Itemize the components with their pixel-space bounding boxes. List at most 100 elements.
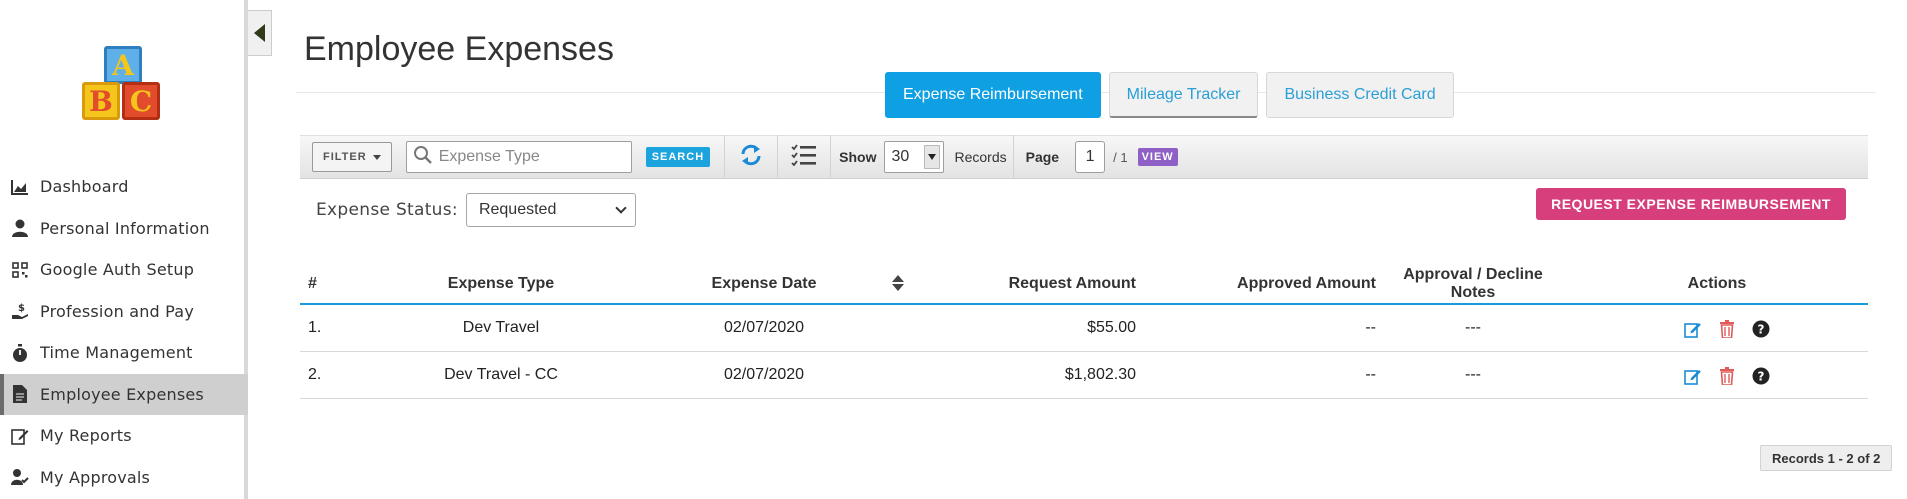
main-content: Employee Expenses Expense Reimbursement …	[290, 0, 1900, 499]
sidebar-item-label: My Reports	[40, 426, 132, 446]
column-header-approved-amount[interactable]: Approved Amount	[1140, 264, 1380, 305]
sidebar-item-label: Profession and Pay	[40, 301, 194, 321]
svg-text:?: ?	[1758, 369, 1765, 383]
hand-dollar-icon: $	[10, 301, 30, 321]
sidebar-nav: Dashboard Personal Information Google Au…	[0, 166, 248, 498]
logo-block-a: A	[104, 46, 142, 84]
refresh-button[interactable]	[725, 135, 777, 179]
sidebar: A B C Dashboard Personal Information Goo…	[0, 0, 248, 499]
expense-status-filter: Expense Status: Requested	[316, 193, 636, 227]
search-input[interactable]	[438, 148, 619, 166]
search-button[interactable]: SEARCH	[645, 147, 711, 167]
approved-amount-cell: --	[1140, 351, 1380, 399]
expense-tabs: Expense Reimbursement Mileage Tracker Bu…	[885, 72, 1454, 118]
tab-business-credit-card[interactable]: Business Credit Card	[1266, 72, 1454, 118]
logo-block-b: B	[82, 82, 120, 120]
page-number-input[interactable]: 1	[1075, 141, 1106, 173]
sidebar-item-my-reports[interactable]: My Reports	[0, 415, 248, 457]
expense-status-label: Expense Status:	[316, 200, 458, 220]
search-field[interactable]	[405, 141, 632, 173]
actions-cell: ?	[1566, 351, 1868, 399]
columns-button[interactable]	[778, 135, 830, 179]
trash-icon[interactable]	[1717, 366, 1737, 386]
help-icon[interactable]: ?	[1751, 366, 1771, 386]
logo-block-c: C	[122, 82, 160, 120]
grid-toolbar: FILTER SEARCH	[300, 135, 1868, 179]
records-summary: Records 1 - 2 of 2	[1760, 445, 1893, 471]
document-icon	[10, 384, 30, 404]
toolbar-separator	[830, 135, 832, 179]
filter-label: FILTER	[323, 151, 367, 163]
request-amount-cell: $1,802.30	[914, 351, 1140, 399]
sidebar-item-personal-information[interactable]: Personal Information	[0, 208, 248, 250]
column-header-request-amount[interactable]: Request Amount	[914, 264, 1140, 305]
records-per-page-value: 30	[891, 148, 910, 165]
approved-amount-cell: --	[1140, 304, 1380, 352]
sidebar-item-label: Time Management	[40, 343, 193, 363]
expense-type-cell: Dev Travel - CC	[356, 351, 646, 399]
checklist-icon	[791, 143, 817, 171]
table-row: 2. Dev Travel - CC 02/07/2020 $1,802.30 …	[300, 351, 1868, 399]
abc-blocks-logo[interactable]: A B C	[82, 46, 168, 132]
qr-code-icon	[10, 260, 30, 280]
chevron-down-icon	[615, 202, 627, 214]
svg-text:?: ?	[1758, 322, 1765, 336]
table-header-row: # Expense Type Expense Date Request Amou…	[300, 264, 1868, 305]
request-amount-cell: $55.00	[914, 304, 1140, 352]
filter-button[interactable]: FILTER	[312, 142, 392, 172]
column-header-expense-type[interactable]: Expense Type	[356, 264, 646, 305]
expense-status-select[interactable]: Requested	[465, 193, 636, 227]
page-total: / 1	[1113, 149, 1128, 165]
edit-icon[interactable]	[1683, 319, 1703, 339]
sidebar-item-profession-and-pay[interactable]: $ Profession and Pay	[0, 291, 248, 333]
caret-left-icon	[254, 24, 265, 42]
caret-down-icon	[372, 154, 381, 160]
sidebar-item-my-approvals[interactable]: My Approvals	[0, 457, 248, 499]
request-expense-reimbursement-button[interactable]: REQUEST EXPENSE REIMBURSEMENT	[1536, 188, 1846, 220]
expenses-table: # Expense Type Expense Date Request Amou…	[300, 264, 1868, 399]
sort-icon	[892, 275, 904, 292]
trash-icon[interactable]	[1717, 319, 1737, 339]
sidebar-item-label: Dashboard	[40, 177, 129, 197]
sidebar-item-label: Google Auth Setup	[40, 260, 195, 280]
actions-cell: ?	[1566, 304, 1868, 352]
edit-report-icon	[10, 426, 30, 446]
sidebar-item-time-management[interactable]: Time Management	[0, 332, 248, 374]
refresh-icon	[739, 144, 763, 171]
user-check-icon	[10, 467, 30, 487]
user-icon	[10, 218, 30, 238]
edit-icon[interactable]	[1683, 366, 1703, 386]
app-root: A B C Dashboard Personal Information Goo…	[0, 0, 1907, 499]
notes-cell: ---	[1380, 304, 1566, 352]
records-label: Records	[954, 149, 1007, 165]
page-label: Page	[1025, 149, 1060, 165]
show-label: Show	[839, 149, 877, 165]
table-row: 1. Dev Travel 02/07/2020 $55.00 -- --- ?	[300, 304, 1868, 352]
sidebar-collapse-button[interactable]	[248, 10, 272, 56]
page-title: Employee Expenses	[304, 30, 614, 68]
sort-toggle[interactable]	[882, 264, 914, 305]
records-per-page-select[interactable]: 30	[884, 141, 945, 173]
column-header-expense-date[interactable]: Expense Date	[646, 264, 882, 305]
dropdown-arrow-icon	[924, 145, 941, 169]
expense-type-cell: Dev Travel	[356, 304, 646, 352]
column-header-notes: Approval / Decline Notes	[1380, 264, 1566, 305]
sidebar-item-label: Employee Expenses	[40, 384, 204, 404]
tab-expense-reimbursement[interactable]: Expense Reimbursement	[885, 72, 1101, 118]
row-number: 2.	[300, 351, 356, 399]
row-number: 1.	[300, 304, 356, 352]
stopwatch-icon	[10, 343, 30, 363]
sidebar-item-dashboard[interactable]: Dashboard	[0, 166, 248, 208]
toolbar-separator	[1012, 135, 1014, 179]
sidebar-item-employee-expenses[interactable]: Employee Expenses	[0, 373, 248, 415]
help-icon[interactable]: ?	[1751, 319, 1771, 339]
notes-cell: ---	[1380, 351, 1566, 399]
sidebar-item-google-auth-setup[interactable]: Google Auth Setup	[0, 249, 248, 291]
expense-status-value: Requested	[478, 201, 557, 218]
column-header-actions: Actions	[1566, 264, 1868, 305]
svg-text:$: $	[18, 303, 25, 314]
area-chart-icon	[10, 177, 30, 197]
sidebar-item-label: My Approvals	[40, 467, 151, 487]
view-button[interactable]: VIEW	[1137, 148, 1178, 166]
tab-mileage-tracker[interactable]: Mileage Tracker	[1108, 72, 1259, 118]
